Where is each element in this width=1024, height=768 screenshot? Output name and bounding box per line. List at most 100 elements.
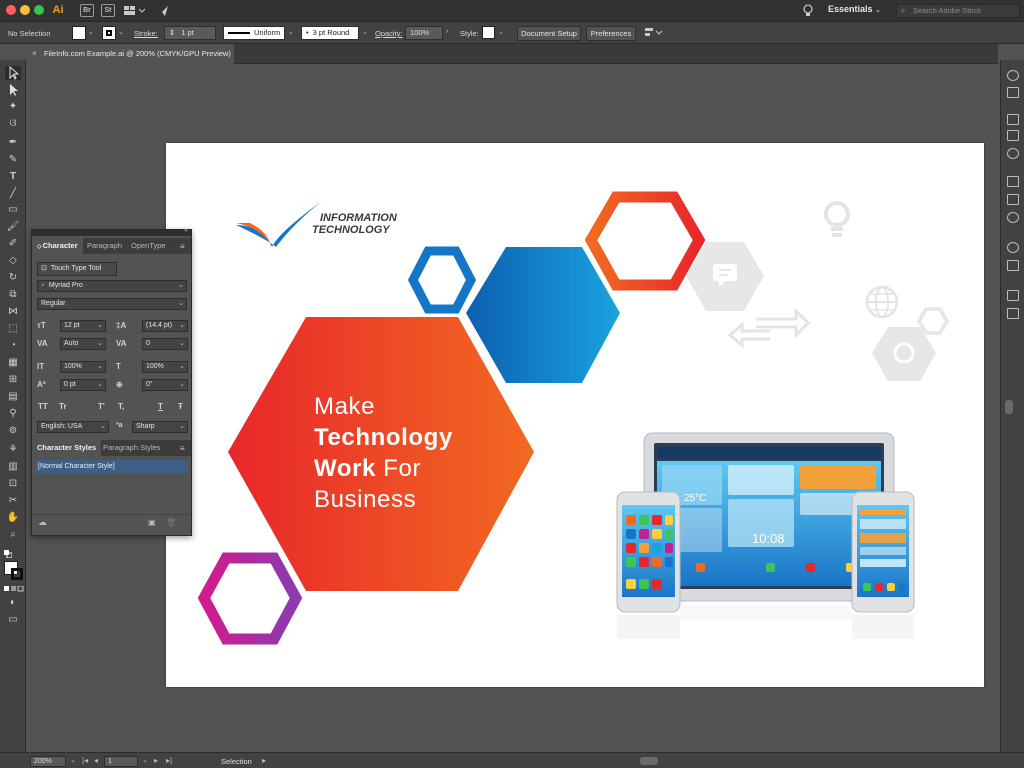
- tab-paragraph[interactable]: Paragraph: [82, 238, 127, 254]
- underline-button[interactable]: T: [158, 402, 163, 411]
- color-mode-icons[interactable]: [4, 585, 24, 592]
- stroke-weight-field[interactable]: ⇕ 1 pt: [164, 26, 216, 40]
- close-tab-icon[interactable]: ×: [32, 44, 37, 64]
- stroke-label[interactable]: Stroke:: [134, 29, 158, 38]
- horizontal-scale-field[interactable]: 100% ⌄: [142, 361, 188, 373]
- lasso-tool-icon[interactable]: ଓ: [5, 117, 21, 131]
- hand-tool-icon[interactable]: ✋: [5, 511, 21, 525]
- artboard-number-field[interactable]: 1: [104, 756, 138, 767]
- new-style-icon[interactable]: ▣: [148, 518, 156, 527]
- column-graph-tool-icon[interactable]: ▥: [5, 460, 21, 474]
- tab-opentype[interactable]: OpenType: [126, 238, 171, 254]
- subscript-button[interactable]: T,: [118, 402, 124, 411]
- anti-aliasing-select[interactable]: Sharp ⌄: [132, 421, 188, 433]
- baseline-shift-field[interactable]: 0 pt ⌄: [60, 379, 106, 391]
- bridge-icon[interactable]: Br: [80, 4, 94, 17]
- strikethrough-button[interactable]: Ŧ: [178, 402, 183, 411]
- mesh-tool-icon[interactable]: ⊞: [5, 373, 21, 387]
- eyedropper-tool-icon[interactable]: ⚲: [5, 407, 21, 421]
- chevron-down-icon[interactable]: ⌄: [142, 756, 148, 764]
- selection-tool-icon[interactable]: [5, 65, 21, 80]
- rotate-tool-icon[interactable]: ↻: [5, 271, 21, 285]
- first-artboard-icon[interactable]: |◂: [82, 756, 88, 765]
- paintbrush-tool-icon[interactable]: 🖌: [5, 220, 21, 234]
- panel-menu-icon[interactable]: ≡: [180, 444, 185, 453]
- blend-tool-icon[interactable]: ⊚: [5, 424, 21, 438]
- chevron-down-icon[interactable]: ⌄: [498, 28, 504, 36]
- chevron-down-icon[interactable]: ⌄: [362, 28, 368, 36]
- font-family-select[interactable]: ⌕ Myriad Pro ⌄: [37, 280, 187, 292]
- tab-character-styles[interactable]: Character Styles: [32, 440, 102, 456]
- document-setup-button[interactable]: Document Setup: [517, 26, 581, 41]
- eraser-tool-icon[interactable]: ◇: [5, 254, 21, 268]
- variable-width-profile[interactable]: Uniform: [223, 26, 285, 40]
- screen-mode-icon[interactable]: ▭: [5, 613, 21, 627]
- document-tab[interactable]: × FileInfo.com Example.ai @ 200% (CMYK/G…: [26, 44, 234, 64]
- symbol-sprayer-tool-icon[interactable]: ⚘: [5, 443, 21, 457]
- graphic-styles-panel-icon[interactable]: [1007, 260, 1019, 271]
- shape-builder-tool-icon[interactable]: ◔: [5, 339, 21, 353]
- preferences-button[interactable]: Preferences: [586, 26, 636, 41]
- zoom-window-button[interactable]: [34, 5, 44, 15]
- collapse-panel-icon[interactable]: «: [184, 227, 188, 234]
- libraries-panel-icon[interactable]: [1007, 87, 1019, 98]
- width-tool-icon[interactable]: ⋈: [5, 305, 21, 319]
- all-caps-button[interactable]: TT: [38, 402, 48, 411]
- artboards-panel-icon[interactable]: [1007, 308, 1019, 319]
- close-window-button[interactable]: [6, 5, 16, 15]
- minimize-window-button[interactable]: [20, 5, 30, 15]
- stock-search-input[interactable]: ⌕ Search Adobe Stock: [896, 4, 1020, 18]
- status-menu-icon[interactable]: ▸: [262, 756, 266, 765]
- creative-cloud-icon[interactable]: ☁: [38, 517, 47, 528]
- superscript-button[interactable]: T': [98, 402, 105, 411]
- chevron-down-icon[interactable]: ⌄: [88, 28, 94, 36]
- stock-icon[interactable]: St: [101, 4, 115, 17]
- artboard[interactable]: 25°C 10:08 INFORMATION TECHNOLOGY Make T…: [166, 143, 984, 687]
- chevron-down-icon[interactable]: ⌄: [118, 28, 124, 36]
- vertical-scale-field[interactable]: 100% ⌄: [60, 361, 106, 373]
- font-size-field[interactable]: 12 pt ⌄: [60, 320, 106, 332]
- appearance-panel-icon[interactable]: [1007, 242, 1019, 253]
- graphic-style-swatch[interactable]: [482, 26, 495, 39]
- align-options-icon[interactable]: [644, 26, 664, 40]
- rectangle-tool-icon[interactable]: ▭: [5, 203, 21, 217]
- tab-paragraph-styles[interactable]: Paragraph Styles: [98, 440, 166, 456]
- next-artboard-icon[interactable]: ▸: [154, 756, 158, 765]
- panel-menu-icon[interactable]: ≡: [180, 242, 185, 251]
- tracking-field[interactable]: 0 ⌄: [142, 338, 188, 350]
- free-transform-tool-icon[interactable]: ⬚: [5, 322, 21, 336]
- vertical-scrollbar-thumb[interactable]: [1005, 400, 1013, 414]
- stroke-color-swatch[interactable]: [11, 568, 23, 580]
- delete-style-icon[interactable]: 🗑: [166, 518, 176, 527]
- stepper-icon[interactable]: ⇕: [169, 28, 175, 37]
- layers-panel-icon[interactable]: [1007, 290, 1019, 301]
- zoom-tool-icon[interactable]: ⌕: [5, 528, 21, 542]
- leading-field[interactable]: (14.4 pt) ⌄: [142, 320, 188, 332]
- brush-definition[interactable]: • 3 pt Round: [301, 26, 359, 40]
- tab-character[interactable]: ◇Character: [32, 238, 83, 254]
- default-colors-icon[interactable]: [4, 550, 13, 559]
- perspective-grid-tool-icon[interactable]: ▦: [5, 356, 21, 370]
- type-tool-icon[interactable]: T: [5, 170, 21, 184]
- brushes-panel-icon[interactable]: [1007, 130, 1019, 141]
- chevron-down-icon[interactable]: ⌄: [70, 756, 76, 764]
- zoom-level-field[interactable]: 200%: [30, 756, 66, 767]
- curvature-tool-icon[interactable]: ✎: [5, 153, 21, 167]
- artboard-tool-icon[interactable]: ⊡: [5, 477, 21, 491]
- small-caps-button[interactable]: Tr: [59, 402, 67, 411]
- style-list-item[interactable]: [Normal Character Style]: [35, 460, 188, 474]
- transparency-panel-icon[interactable]: [1007, 212, 1019, 223]
- scale-tool-icon[interactable]: ⧉: [5, 288, 21, 302]
- opacity-field[interactable]: 100%: [405, 26, 443, 40]
- line-segment-tool-icon[interactable]: ╱: [5, 187, 21, 201]
- direct-selection-tool-icon[interactable]: [5, 83, 21, 97]
- horizontal-scrollbar-thumb[interactable]: [640, 757, 658, 765]
- arrange-documents-icon[interactable]: [124, 5, 148, 17]
- lightbulb-icon[interactable]: [802, 3, 814, 18]
- fill-swatch[interactable]: [72, 26, 86, 40]
- gradient-tool-icon[interactable]: ▤: [5, 390, 21, 404]
- language-select[interactable]: English: USA ⌄: [37, 421, 109, 433]
- slice-tool-icon[interactable]: ✂: [5, 494, 21, 508]
- opacity-label[interactable]: Opacity:: [375, 29, 403, 38]
- shaper-tool-icon[interactable]: ✐: [5, 237, 21, 251]
